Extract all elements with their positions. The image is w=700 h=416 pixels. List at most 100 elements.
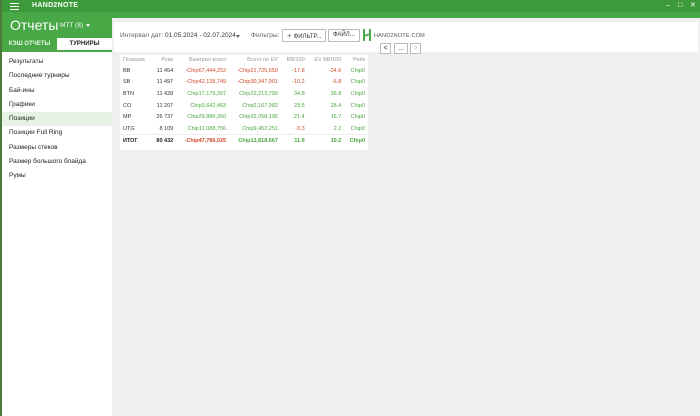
next-page-button[interactable]: > [410, 43, 421, 54]
cell-won-total: Chip11,088,756 [187, 125, 227, 132]
tab-tournaments[interactable]: ТУРНИРЫ [57, 38, 112, 52]
cell-position: BTN [123, 90, 134, 97]
more-pages-button[interactable]: ... [394, 43, 408, 54]
add-filter-label: ФИЛЬТР... [293, 34, 322, 40]
app-name: HAND2NOTE [32, 2, 79, 9]
tab-cash-reports[interactable]: КЭШ ОТЧЕТЫ [2, 38, 57, 52]
sidebar-item-recent-tournaments[interactable]: Последние турниры [2, 69, 112, 83]
column-header[interactable]: BB/100 [281, 55, 308, 65]
column-header[interactable]: EV BB/100 [308, 55, 345, 65]
table-row[interactable]: MP 26 737 Chip29,886,360 Chip32,058,195 … [120, 111, 368, 123]
cell-ev-bb100: 10.2 [307, 134, 345, 147]
chevron-down-icon[interactable] [236, 35, 240, 38]
cell-position: ИТОГ [120, 134, 151, 147]
cell-won-total: -Chip67,444,252 [185, 67, 227, 74]
page-title: Отчеты [10, 17, 59, 33]
cell-won-total: Chip3,642,463 [190, 102, 227, 109]
table-row[interactable]: UTG 8 109 Chip11,088,756 Chip9,452,251 -… [120, 123, 368, 135]
sidebar-item-positions[interactable]: Позиции [2, 112, 112, 127]
app-window: HAND2NOTE – □ ✕ Отчеты MTT (8) КЭШ ОТЧЕТ… [2, 0, 700, 416]
cell-ev-bb100: 28.4 [330, 102, 342, 109]
cell-hands: 11 207 [156, 102, 174, 109]
cell-bb100: 21.4 [293, 114, 305, 121]
date-range-label: Интервал дат: [120, 32, 164, 39]
cell-bb100: -3.3 [295, 125, 305, 132]
table-header-row: Позиция Руки Выиграл всего Всего по EV B… [120, 55, 368, 65]
filters-label: Фильтры: [251, 32, 280, 39]
cell-bb100: -10.2 [292, 79, 305, 86]
cell-position: BB [123, 67, 131, 74]
cell-position: SB [123, 79, 131, 86]
cell-ev-total: Chip2,167,982 [242, 102, 278, 109]
cell-rake: Chip0 [350, 79, 365, 86]
sidebar-item-results[interactable]: Результаты [2, 55, 112, 69]
cell-bb100: -17.8 [292, 67, 305, 74]
cell-ev-bb100: 2.2 [333, 125, 342, 132]
table-row[interactable]: BB 11 454 -Chip67,444,252 -Chip21,725,65… [120, 65, 368, 77]
cell-position: MP [123, 114, 132, 121]
sidebar-item-rooms[interactable]: Румы [2, 169, 112, 183]
cell-won-total: Chip29,886,360 [187, 114, 227, 121]
column-header[interactable]: Позиция [120, 55, 151, 65]
maximize-icon[interactable]: □ [678, 2, 682, 10]
cell-rake: Chip0 [350, 114, 365, 121]
game-type-select[interactable]: MTT (8) [60, 22, 90, 29]
logo-text: HAND2NOTE.COM [374, 33, 425, 39]
main-panel: Интервал дат: 01.05.2024 - 02.07.2024 Фи… [112, 18, 700, 416]
sidebar-tabs: КЭШ ОТЧЕТЫ ТУРНИРЫ [2, 38, 112, 52]
cell-won-total: -Chip42,138,749 [185, 79, 227, 86]
cell-won-total: -Chip47,786,025 [176, 134, 230, 147]
cell-won-total: Chip17,179,397 [187, 90, 227, 97]
cell-hands: 80 432 [150, 134, 177, 147]
cell-bb100: 11.9 [280, 134, 308, 147]
cell-hands: 8 109 [159, 125, 174, 132]
close-icon[interactable]: ✕ [690, 2, 696, 10]
prev-page-button[interactable]: < [380, 43, 391, 54]
cell-ev-total: -Chip21,725,650 [237, 67, 278, 74]
add-filter-button[interactable]: + ФИЛЬТР... [282, 29, 327, 42]
table-row[interactable]: BTN 11 428 Chip17,179,397 Chip22,213,790… [120, 88, 368, 100]
sidebar-nav: Результаты Последние турниры Бай-ины Гра… [2, 55, 112, 184]
table-row[interactable]: SB 11 497 -Chip42,138,749 -Chip30,347,90… [120, 77, 368, 89]
sidebar-item-stack-sizes[interactable]: Размеры стеков [2, 141, 112, 155]
cell-bb100: 29.5 [293, 102, 305, 109]
cell-ev-bb100: 36.8 [330, 90, 342, 97]
column-header[interactable]: Рейк [344, 55, 368, 65]
file-button[interactable]: ФАЙЛ... [328, 29, 360, 42]
cell-hands: 11 497 [156, 79, 174, 86]
cell-hands: 11 454 [156, 67, 174, 74]
cell-rake: Chip0 [344, 134, 368, 147]
cell-ev-bb100: -6.8 [331, 79, 342, 86]
table-total-row: ИТОГ 80 432 -Chip47,786,025 Chip13,818,6… [120, 134, 368, 147]
game-type-value: MTT (8) [60, 22, 83, 29]
cell-hands: 26 737 [156, 114, 174, 121]
column-header[interactable]: Руки [151, 55, 176, 65]
hand2note-logo-icon [363, 29, 371, 41]
date-range-picker[interactable]: 01.05.2024 - 02.07.2024 [165, 32, 236, 39]
chevron-down-icon [86, 24, 90, 27]
cell-position: UTG [123, 125, 135, 132]
cell-rake: Chip0 [350, 90, 365, 97]
positions-table: Позиция Руки Выиграл всего Всего по EV B… [120, 55, 368, 147]
menu-icon[interactable] [10, 3, 19, 10]
cell-rake: Chip0 [350, 102, 365, 109]
cell-position: CO [123, 102, 132, 109]
minimize-icon[interactable]: – [666, 2, 670, 10]
column-header[interactable]: Выиграл всего [176, 55, 229, 65]
cell-ev-total: Chip13,818,667 [229, 134, 281, 147]
cell-bb100: 34.8 [293, 90, 305, 97]
sidebar-item-big-blind-size[interactable]: Размер большого блайда [2, 155, 112, 169]
sidebar-item-positions-full-ring[interactable]: Позиции Full Ring [2, 126, 112, 140]
sidebar-item-buyins[interactable]: Бай-ины [2, 84, 112, 98]
sidebar: КЭШ ОТЧЕТЫ ТУРНИРЫ Результаты Последние … [2, 38, 112, 416]
cell-ev-bb100: 15.7 [330, 114, 342, 121]
sidebar-item-graphs[interactable]: Графики [2, 98, 112, 112]
table-row[interactable]: CO 11 207 Chip3,642,463 Chip2,167,982 29… [120, 100, 368, 112]
cell-ev-total: Chip22,213,790 [239, 90, 278, 97]
column-header[interactable]: Всего по EV [229, 55, 281, 65]
cell-rake: Chip0 [350, 67, 365, 74]
title-bar: HAND2NOTE – □ ✕ [2, 0, 700, 12]
filter-bar: Интервал дат: 01.05.2024 - 02.07.2024 Фи… [114, 22, 698, 54]
cell-ev-bb100: -24.6 [328, 67, 342, 74]
plus-icon: + [287, 31, 292, 40]
